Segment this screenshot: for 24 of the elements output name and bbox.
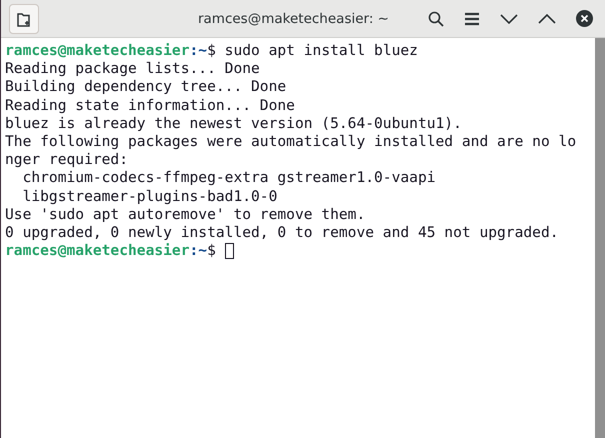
output-line: bluez is already the newest version (5.64-0ubuntu1).: [5, 114, 462, 133]
command-text: $ sudo apt install bluez: [207, 42, 418, 60]
minimize-icon[interactable]: [500, 14, 518, 24]
scrollbar[interactable]: [595, 38, 605, 438]
menu-icon[interactable]: [464, 12, 480, 26]
window-title: ramces@maketecheasier: ~: [196, 10, 390, 26]
close-icon[interactable]: [576, 10, 593, 27]
output-line: chromium-codecs-ffmpeg-extra gstreamer1.0-vaapi: [22, 169, 436, 188]
output-line: Reading state information... Done: [5, 96, 295, 115]
output-line: Reading package lists... Done: [5, 60, 260, 78]
prompt-user-host: ramces@maketecheasier: [5, 42, 190, 60]
output-line: Use 'sudo apt autoremove' to remove them.: [5, 206, 366, 224]
output-line: 0 upgraded, 0 newly installed, 0 to remove and 45 not upgraded.: [5, 224, 559, 242]
prompt-user-host: ramces@maketecheasier: [5, 242, 190, 260]
output-line: nger required:: [5, 151, 128, 170]
output-line: Building dependency tree... Done: [5, 78, 286, 97]
output-line: libgstreamer-plugins-bad1.0-0: [22, 188, 278, 206]
search-icon[interactable]: [428, 10, 444, 26]
prompt-symbol: $: [207, 242, 216, 260]
prompt-path: :~: [190, 42, 208, 60]
prompt-path: :~: [190, 242, 208, 260]
output-line: The following packages were automatically installed and are no lo: [5, 132, 576, 152]
maximize-icon[interactable]: [538, 14, 556, 24]
new-tab-button[interactable]: [9, 4, 39, 34]
